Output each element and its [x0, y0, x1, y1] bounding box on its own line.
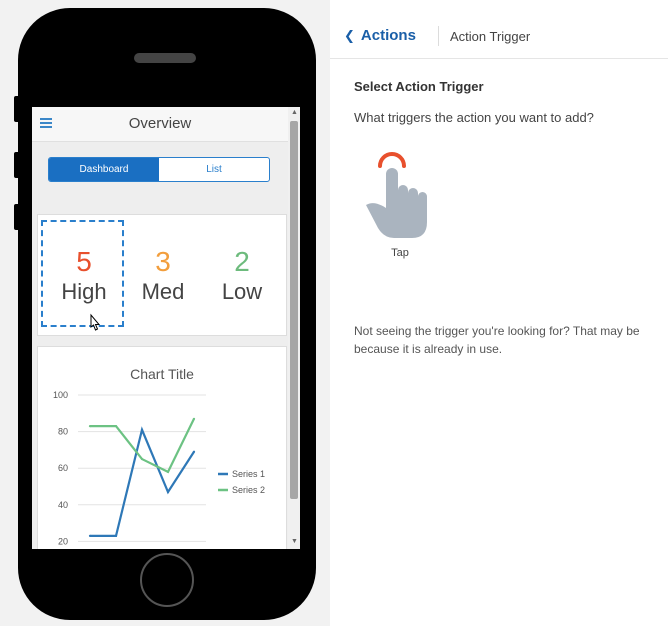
breadcrumb-current: Action Trigger — [450, 29, 531, 44]
kpi-med[interactable]: 3 Med — [123, 247, 203, 307]
tab-dashboard[interactable]: Dashboard — [49, 158, 159, 181]
chart-series-line — [90, 418, 195, 474]
tap-gesture-icon — [366, 152, 427, 238]
chart-series-line — [90, 426, 195, 538]
scroll-up-arrow-icon[interactable]: ▲ — [291, 109, 298, 116]
panel-header: ❮ Actions Action Trigger — [330, 0, 668, 59]
line-chart: Chart Title100806040200Series 1Series 2 — [53, 366, 265, 546]
chart-point — [140, 457, 144, 461]
chart-point — [166, 490, 170, 494]
mouse-cursor-icon — [90, 313, 101, 331]
kpi-value: 3 — [155, 246, 171, 277]
chart-y-tick-label: 40 — [58, 500, 68, 510]
phone-speaker — [134, 53, 196, 63]
chart-title: Chart Title — [130, 366, 194, 382]
tab-list[interactable]: List — [159, 158, 269, 181]
chart-point — [88, 534, 92, 538]
preview-area: Overview ▲ ▼ Dashboard List 5 High 3 Med — [0, 0, 330, 626]
chart-y-tick-label: 100 — [53, 390, 68, 400]
section-question: What triggers the action you want to add… — [354, 110, 594, 125]
section-title: Select Action Trigger — [354, 79, 484, 94]
selection-outline — [41, 220, 124, 327]
chart-point — [192, 450, 196, 453]
header-divider — [438, 26, 439, 46]
kpi-low[interactable]: 2 Low — [202, 247, 282, 307]
phone-screen: Overview ▲ ▼ Dashboard List 5 High 3 Med — [32, 107, 300, 549]
tap-trigger-option[interactable]: Tap — [360, 150, 440, 265]
kpi-label: Med — [141, 279, 185, 304]
chart-point — [166, 470, 170, 473]
scrollbar[interactable]: ▲ ▼ — [288, 107, 300, 549]
chart-y-tick-label: 20 — [58, 536, 68, 546]
chart-y-tick-label: 60 — [58, 463, 68, 473]
tap-label: Tap — [391, 247, 409, 259]
scrollbar-thumb[interactable] — [290, 121, 298, 499]
phone-frame: Overview ▲ ▼ Dashboard List 5 High 3 Med — [14, 8, 316, 620]
chart-point — [192, 417, 196, 420]
kpi-card: 5 High 3 Med 2 Low — [37, 214, 287, 336]
chart-point — [114, 425, 118, 428]
chevron-left-icon: ❮ — [344, 28, 355, 43]
chart-y-tick-label: 80 — [58, 427, 68, 437]
chart-point — [114, 534, 118, 538]
chart-card: Chart Title100806040200Series 1Series 2 — [37, 346, 287, 549]
chart-legend-label: Series 1 — [232, 469, 265, 479]
action-panel: ❮ Actions Action Trigger Select Action Tr… — [330, 0, 668, 626]
chart-point — [88, 425, 92, 428]
chart-point — [140, 428, 144, 431]
phone-side-button — [14, 152, 20, 178]
phone-side-button — [14, 96, 20, 122]
phone-home-button — [140, 553, 194, 607]
not-seeing-note: Not seeing the trigger you're looking fo… — [354, 324, 640, 356]
app-header: Overview — [32, 107, 288, 142]
kpi-value: 2 — [234, 246, 250, 277]
app-title: Overview — [128, 115, 192, 132]
back-label: Actions — [360, 27, 416, 44]
scroll-down-arrow-icon[interactable]: ▼ — [291, 538, 298, 545]
phone-side-button — [14, 204, 20, 230]
view-switcher: Dashboard List — [48, 157, 270, 182]
kpi-label: Low — [221, 279, 263, 304]
chart-legend-label: Series 2 — [232, 485, 265, 495]
back-to-actions-button[interactable]: ❮ Actions — [344, 27, 416, 44]
